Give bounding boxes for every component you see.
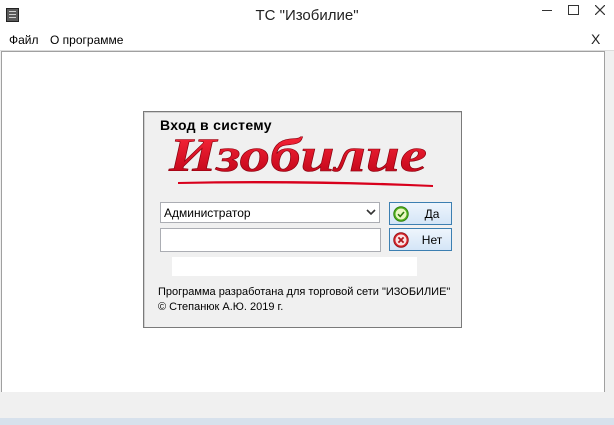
cancel-button-label: Нет (421, 233, 443, 247)
login-dialog: Вход в систему Изобилие Администратор Да (143, 111, 462, 328)
brand-logo-text: Изобилие (168, 129, 427, 182)
ok-button-label: Да (424, 207, 440, 221)
menu-bar: Файл О программе X (0, 30, 614, 51)
menu-about[interactable]: О программе (50, 33, 123, 47)
ok-button[interactable]: Да (389, 202, 452, 225)
user-select-value: Администратор (164, 206, 251, 220)
close-icon (595, 5, 605, 15)
brand-logo: Изобилие (167, 129, 433, 187)
status-message-area (172, 257, 417, 276)
minimize-button[interactable] (534, 0, 560, 20)
check-circle-icon (393, 206, 409, 222)
x-circle-icon (393, 232, 409, 248)
close-window-button[interactable] (586, 0, 614, 20)
taskbar-strip (0, 418, 614, 425)
maximize-button[interactable] (560, 0, 586, 20)
title-bar[interactable]: ТС "Изобилие" (0, 0, 614, 30)
cancel-button[interactable]: Нет (389, 228, 452, 251)
copyright-line: © Степанюк А.Ю. 2019 г. (158, 301, 284, 313)
password-input[interactable] (160, 228, 381, 252)
user-select[interactable]: Администратор (160, 202, 380, 223)
credit-line: Программа разработана для торговой сети … (158, 286, 451, 298)
menu-file[interactable]: Файл (9, 33, 39, 47)
mdi-close-button[interactable]: X (591, 31, 600, 47)
window-title: ТС "Изобилие" (255, 7, 359, 24)
chevron-down-icon[interactable] (366, 209, 376, 216)
